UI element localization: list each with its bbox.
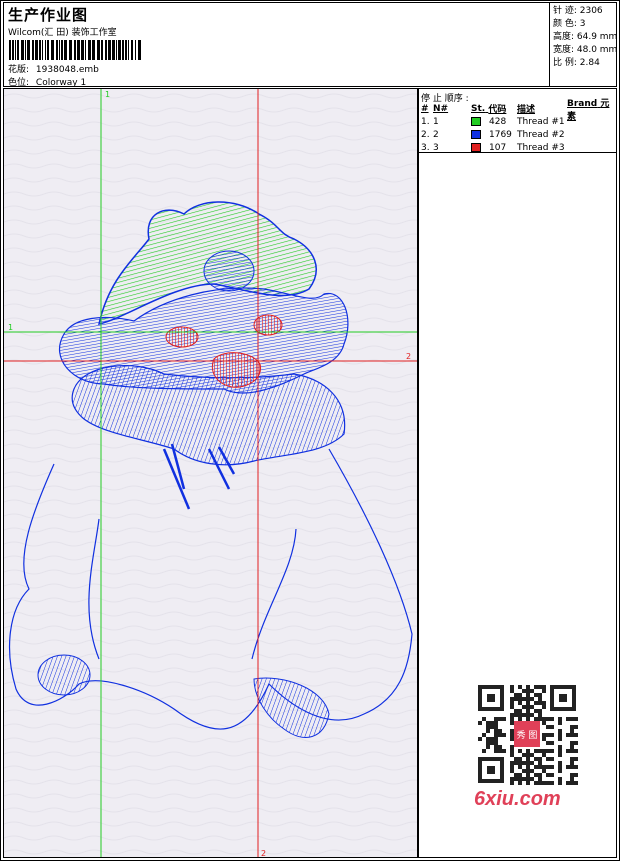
guide-label-2-bottom: 2 <box>261 849 266 858</box>
col-brand: Brand 元素 <box>567 96 613 122</box>
col-code-label: 代码 <box>488 105 507 115</box>
row-n: 3 <box>433 142 439 153</box>
qr-code: 秀 图 <box>476 683 578 785</box>
design-label: 花版: <box>8 65 30 75</box>
row-stitch-cell: 1769 <box>471 130 517 140</box>
col-st-label: St. <box>471 103 486 114</box>
table-row: 2. 2 1769 Thread #2 <box>421 128 614 141</box>
header: 生产作业图 Wilcom(汇 ⽥) 装饰⼯作室 花版: 1938048.emb … <box>3 2 618 88</box>
col-stitches: St. 代码 <box>471 102 517 116</box>
row-n: 2 <box>433 129 439 140</box>
cheek-left <box>165 326 199 348</box>
row-desc: Thread #2 <box>517 129 565 140</box>
col-brand-label: Brand <box>567 98 598 109</box>
color-swatch <box>471 143 481 152</box>
row-index: 2. <box>421 129 430 140</box>
row-stitches: 107 <box>489 142 507 153</box>
design-file: 1938048.emb <box>35 65 99 75</box>
row-n: 1 <box>433 116 439 127</box>
guide-label-1-left: 1 <box>8 323 13 332</box>
qr-logo-text: 秀 图 <box>517 729 538 741</box>
stat-colors: 颜 色: 3 <box>553 19 586 29</box>
page-title: 生产作业图 <box>8 6 89 24</box>
colorway-label: 色位: <box>8 78 30 88</box>
colorway-value: Colorway 1 <box>35 78 87 88</box>
color-swatch <box>471 117 481 126</box>
mitten-left <box>37 654 91 696</box>
design-stats: 针 迹: 2306 颜 色: 3 高度: 64.9 mm 宽度: 48.0 mm… <box>549 3 618 86</box>
col-desc: 描述 <box>517 105 536 115</box>
row-stitch-cell: 428 <box>471 117 517 127</box>
row-stitches: 1769 <box>489 129 512 140</box>
table-row: 3. 3 107 Thread #3 <box>421 141 614 154</box>
company-name: Wilcom(汇 ⽥) 装饰⼯作室 <box>8 28 117 38</box>
table-header: # N# St. 代码 描述 Brand 元素 <box>421 99 614 122</box>
stat-width: 宽度: 48.0 mm <box>553 45 618 55</box>
stat-scale: 比 例: 2.84 <box>553 58 600 68</box>
colorway-line: 色位: Colorway 1 <box>8 75 86 88</box>
barcode <box>9 40 141 60</box>
watermark-logo: 6xiu.com <box>474 788 561 810</box>
row-index: 1. <box>421 116 430 127</box>
color-swatch <box>471 130 481 139</box>
row-desc: Thread #3 <box>517 142 565 153</box>
row-index: 3. <box>421 142 430 153</box>
row-stitch-cell: 107 <box>471 143 517 153</box>
guide-label-2-right: 2 <box>406 352 411 361</box>
design-file-line: 花版: 1938048.emb <box>8 62 99 75</box>
col-index: # <box>421 103 429 114</box>
stat-stitches: 针 迹: 2306 <box>553 6 603 16</box>
embroidery-preview: 1 1 2 2 <box>4 89 417 858</box>
col-n: N# <box>433 103 449 114</box>
design-canvas: 1 1 2 2 <box>3 88 418 858</box>
stat-height: 高度: 64.9 mm <box>553 32 618 42</box>
row-desc: Thread #1 <box>517 116 565 127</box>
stop-sequence-table: 停 止 顺序 : # N# St. 代码 描述 Brand 元素 1. 1 42… <box>419 89 616 153</box>
row-stitches: 428 <box>489 116 507 127</box>
guide-label-1-top: 1 <box>105 90 110 99</box>
hat-pompom <box>203 250 255 292</box>
